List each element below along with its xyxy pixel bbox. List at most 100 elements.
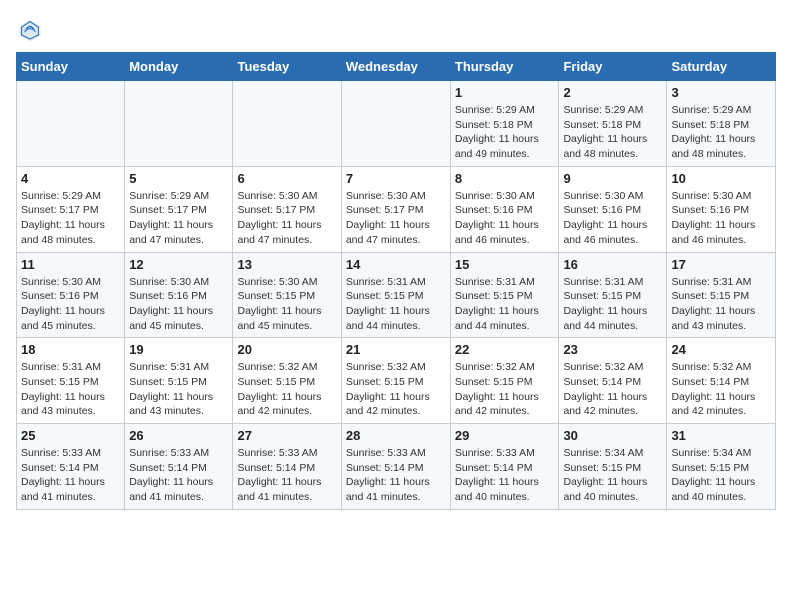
day-cell: 7 Sunrise: 5:30 AM Sunset: 5:17 PM Daylig…: [341, 166, 450, 252]
day-detail: Sunrise: 5:30 AM Sunset: 5:17 PM Dayligh…: [346, 189, 446, 248]
day-detail: Sunrise: 5:32 AM Sunset: 5:14 PM Dayligh…: [671, 360, 771, 419]
day-header-thursday: Thursday: [450, 53, 559, 81]
day-number: 4: [21, 171, 120, 186]
day-number: 8: [455, 171, 555, 186]
day-number: 30: [563, 428, 662, 443]
day-detail: Sunrise: 5:33 AM Sunset: 5:14 PM Dayligh…: [21, 446, 120, 505]
week-row-4: 18 Sunrise: 5:31 AM Sunset: 5:15 PM Dayli…: [17, 338, 776, 424]
day-number: 3: [671, 85, 771, 100]
day-cell: 28Sunrise: 5:33 AM Sunset: 5:14 PM Dayli…: [341, 424, 450, 510]
day-cell: 21 Sunrise: 5:32 AM Sunset: 5:15 PM Dayli…: [341, 338, 450, 424]
day-cell: 1 Sunrise: 5:29 AM Sunset: 5:18 PM Daylig…: [450, 81, 559, 167]
day-detail: Sunrise: 5:30 AM Sunset: 5:16 PM Dayligh…: [21, 275, 120, 334]
day-number: 12: [129, 257, 228, 272]
day-detail: Sunrise: 5:29 AM Sunset: 5:18 PM Dayligh…: [455, 103, 555, 162]
day-header-monday: Monday: [125, 53, 233, 81]
calendar-table: SundayMondayTuesdayWednesdayThursdayFrid…: [16, 52, 776, 510]
day-number: 11: [21, 257, 120, 272]
day-number: 15: [455, 257, 555, 272]
day-detail: Sunrise: 5:33 AM Sunset: 5:14 PM Dayligh…: [237, 446, 336, 505]
day-detail: Sunrise: 5:34 AM Sunset: 5:15 PM Dayligh…: [563, 446, 662, 505]
day-detail: Sunrise: 5:30 AM Sunset: 5:17 PM Dayligh…: [237, 189, 336, 248]
day-number: 29: [455, 428, 555, 443]
day-detail: Sunrise: 5:32 AM Sunset: 5:15 PM Dayligh…: [346, 360, 446, 419]
day-number: 1: [455, 85, 555, 100]
day-cell: 29 Sunrise: 5:33 AM Sunset: 5:14 PM Dayli…: [450, 424, 559, 510]
day-cell: 8 Sunrise: 5:30 AM Sunset: 5:16 PM Daylig…: [450, 166, 559, 252]
day-number: 17: [671, 257, 771, 272]
day-header-sunday: Sunday: [17, 53, 125, 81]
week-row-3: 11 Sunrise: 5:30 AM Sunset: 5:16 PM Dayli…: [17, 252, 776, 338]
day-detail: Sunrise: 5:31 AM Sunset: 5:15 PM Dayligh…: [129, 360, 228, 419]
day-number: 24: [671, 342, 771, 357]
day-number: 28: [346, 428, 446, 443]
day-cell: 5 Sunrise: 5:29 AM Sunset: 5:17 PM Daylig…: [125, 166, 233, 252]
day-cell: [233, 81, 341, 167]
day-number: 6: [237, 171, 336, 186]
day-number: 21: [346, 342, 446, 357]
week-row-5: 25Sunrise: 5:33 AM Sunset: 5:14 PM Dayli…: [17, 424, 776, 510]
day-cell: 26 Sunrise: 5:33 AM Sunset: 5:14 PM Dayli…: [125, 424, 233, 510]
day-detail: Sunrise: 5:29 AM Sunset: 5:17 PM Dayligh…: [129, 189, 228, 248]
day-number: 5: [129, 171, 228, 186]
day-detail: Sunrise: 5:32 AM Sunset: 5:15 PM Dayligh…: [455, 360, 555, 419]
day-number: 9: [563, 171, 662, 186]
day-cell: 2Sunrise: 5:29 AM Sunset: 5:18 PM Daylig…: [559, 81, 667, 167]
day-number: 31: [671, 428, 771, 443]
day-detail: Sunrise: 5:33 AM Sunset: 5:14 PM Dayligh…: [129, 446, 228, 505]
day-cell: 19 Sunrise: 5:31 AM Sunset: 5:15 PM Dayli…: [125, 338, 233, 424]
day-detail: Sunrise: 5:29 AM Sunset: 5:17 PM Dayligh…: [21, 189, 120, 248]
day-cell: 10Sunrise: 5:30 AM Sunset: 5:16 PM Dayli…: [667, 166, 776, 252]
day-detail: Sunrise: 5:33 AM Sunset: 5:14 PM Dayligh…: [455, 446, 555, 505]
week-row-2: 4 Sunrise: 5:29 AM Sunset: 5:17 PM Daylig…: [17, 166, 776, 252]
day-cell: 22 Sunrise: 5:32 AM Sunset: 5:15 PM Dayli…: [450, 338, 559, 424]
day-cell: 15 Sunrise: 5:31 AM Sunset: 5:15 PM Dayli…: [450, 252, 559, 338]
day-number: 23: [563, 342, 662, 357]
day-cell: 17 Sunrise: 5:31 AM Sunset: 5:15 PM Dayli…: [667, 252, 776, 338]
day-cell: 16 Sunrise: 5:31 AM Sunset: 5:15 PM Dayli…: [559, 252, 667, 338]
day-cell: 30 Sunrise: 5:34 AM Sunset: 5:15 PM Dayli…: [559, 424, 667, 510]
day-header-wednesday: Wednesday: [341, 53, 450, 81]
day-number: 18: [21, 342, 120, 357]
day-cell: [125, 81, 233, 167]
day-number: 20: [237, 342, 336, 357]
day-header-saturday: Saturday: [667, 53, 776, 81]
day-number: 16: [563, 257, 662, 272]
page-header: [16, 16, 776, 44]
day-cell: 31 Sunrise: 5:34 AM Sunset: 5:15 PM Dayli…: [667, 424, 776, 510]
day-number: 19: [129, 342, 228, 357]
day-number: 22: [455, 342, 555, 357]
calendar-body: 1 Sunrise: 5:29 AM Sunset: 5:18 PM Daylig…: [17, 81, 776, 510]
day-cell: 23Sunrise: 5:32 AM Sunset: 5:14 PM Dayli…: [559, 338, 667, 424]
day-detail: Sunrise: 5:29 AM Sunset: 5:18 PM Dayligh…: [671, 103, 771, 162]
day-detail: Sunrise: 5:31 AM Sunset: 5:15 PM Dayligh…: [455, 275, 555, 334]
day-cell: 11 Sunrise: 5:30 AM Sunset: 5:16 PM Dayli…: [17, 252, 125, 338]
day-detail: Sunrise: 5:31 AM Sunset: 5:15 PM Dayligh…: [563, 275, 662, 334]
day-cell: 3 Sunrise: 5:29 AM Sunset: 5:18 PM Daylig…: [667, 81, 776, 167]
day-detail: Sunrise: 5:30 AM Sunset: 5:15 PM Dayligh…: [237, 275, 336, 334]
day-header-friday: Friday: [559, 53, 667, 81]
day-detail: Sunrise: 5:31 AM Sunset: 5:15 PM Dayligh…: [346, 275, 446, 334]
day-detail: Sunrise: 5:34 AM Sunset: 5:15 PM Dayligh…: [671, 446, 771, 505]
day-cell: 13Sunrise: 5:30 AM Sunset: 5:15 PM Dayli…: [233, 252, 341, 338]
day-detail: Sunrise: 5:30 AM Sunset: 5:16 PM Dayligh…: [455, 189, 555, 248]
day-cell: 14Sunrise: 5:31 AM Sunset: 5:15 PM Dayli…: [341, 252, 450, 338]
logo: [16, 16, 48, 44]
day-detail: Sunrise: 5:29 AM Sunset: 5:18 PM Dayligh…: [563, 103, 662, 162]
day-number: 10: [671, 171, 771, 186]
day-cell: 27Sunrise: 5:33 AM Sunset: 5:14 PM Dayli…: [233, 424, 341, 510]
day-cell: 9 Sunrise: 5:30 AM Sunset: 5:16 PM Daylig…: [559, 166, 667, 252]
day-cell: 25Sunrise: 5:33 AM Sunset: 5:14 PM Dayli…: [17, 424, 125, 510]
days-header-row: SundayMondayTuesdayWednesdayThursdayFrid…: [17, 53, 776, 81]
day-cell: 12Sunrise: 5:30 AM Sunset: 5:16 PM Dayli…: [125, 252, 233, 338]
day-detail: Sunrise: 5:30 AM Sunset: 5:16 PM Dayligh…: [563, 189, 662, 248]
day-detail: Sunrise: 5:31 AM Sunset: 5:15 PM Dayligh…: [671, 275, 771, 334]
day-cell: 4 Sunrise: 5:29 AM Sunset: 5:17 PM Daylig…: [17, 166, 125, 252]
day-number: 7: [346, 171, 446, 186]
logo-icon: [16, 16, 44, 44]
day-cell: 20Sunrise: 5:32 AM Sunset: 5:15 PM Dayli…: [233, 338, 341, 424]
day-number: 26: [129, 428, 228, 443]
day-cell: [341, 81, 450, 167]
day-cell: [17, 81, 125, 167]
week-row-1: 1 Sunrise: 5:29 AM Sunset: 5:18 PM Daylig…: [17, 81, 776, 167]
